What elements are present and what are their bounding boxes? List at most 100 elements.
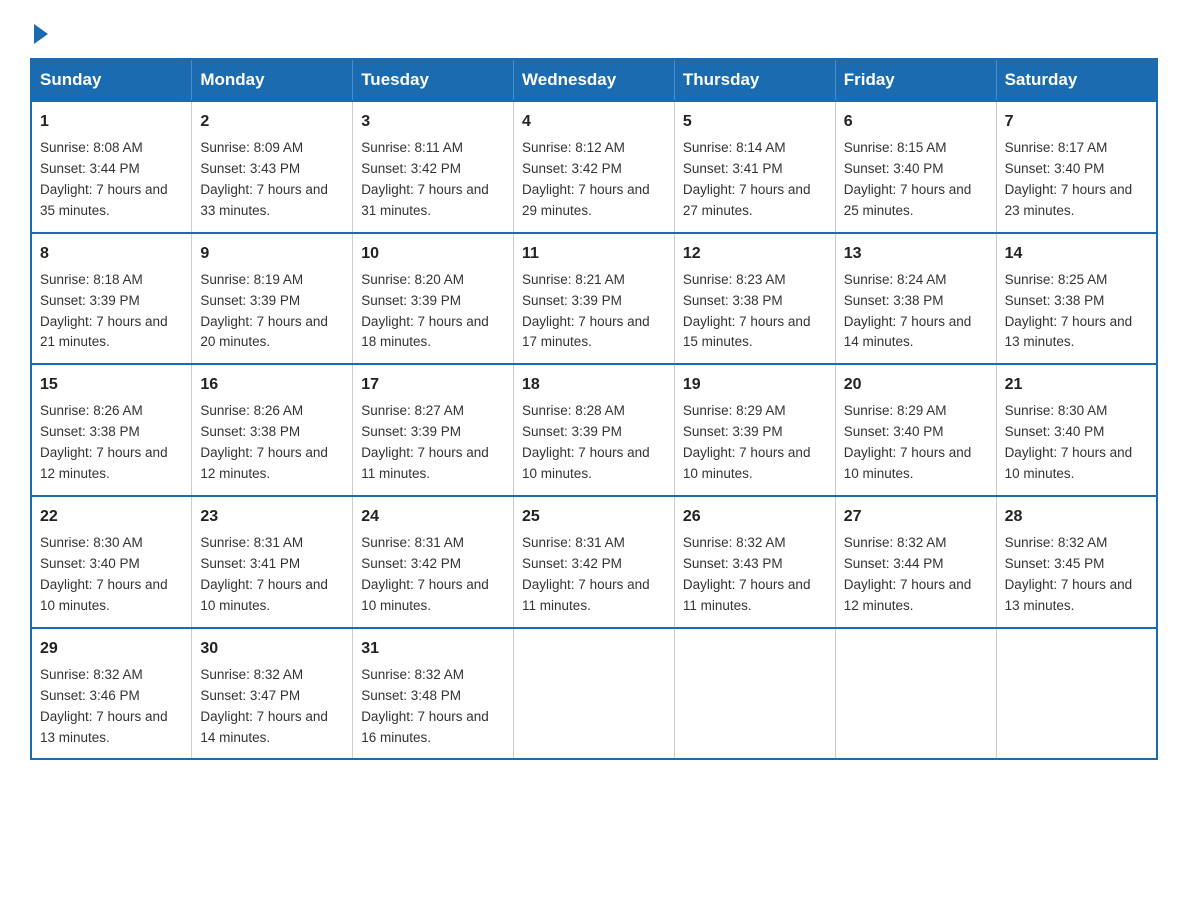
day-number: 30 (200, 637, 344, 661)
calendar-day-cell: 5 Sunrise: 8:14 AMSunset: 3:41 PMDaylight… (674, 101, 835, 233)
weekday-header-thursday: Thursday (674, 59, 835, 101)
calendar-day-cell: 21 Sunrise: 8:30 AMSunset: 3:40 PMDayligh… (996, 364, 1157, 496)
weekday-header-monday: Monday (192, 59, 353, 101)
calendar-day-cell: 31Sunrise: 8:32 AMSunset: 3:48 PMDayligh… (353, 628, 514, 760)
day-info: Sunrise: 8:11 AMSunset: 3:42 PMDaylight:… (361, 140, 489, 218)
day-number: 21 (1005, 373, 1148, 397)
calendar-week-row: 29Sunrise: 8:32 AMSunset: 3:46 PMDayligh… (31, 628, 1157, 760)
calendar-day-cell: 12 Sunrise: 8:23 AMSunset: 3:38 PMDayligh… (674, 233, 835, 365)
day-info: Sunrise: 8:15 AMSunset: 3:40 PMDaylight:… (844, 140, 972, 218)
day-number: 9 (200, 242, 344, 266)
calendar-day-cell: 9 Sunrise: 8:19 AMSunset: 3:39 PMDaylight… (192, 233, 353, 365)
day-info: Sunrise: 8:32 AMSunset: 3:47 PMDaylight:… (200, 667, 328, 745)
day-info: Sunrise: 8:18 AMSunset: 3:39 PMDaylight:… (40, 272, 168, 350)
calendar-day-cell: 28Sunrise: 8:32 AMSunset: 3:45 PMDayligh… (996, 496, 1157, 628)
day-info: Sunrise: 8:27 AMSunset: 3:39 PMDaylight:… (361, 403, 489, 481)
calendar-week-row: 22 Sunrise: 8:30 AMSunset: 3:40 PMDayligh… (31, 496, 1157, 628)
weekday-header-row: SundayMondayTuesdayWednesdayThursdayFrid… (31, 59, 1157, 101)
day-number: 26 (683, 505, 827, 529)
day-info: Sunrise: 8:19 AMSunset: 3:39 PMDaylight:… (200, 272, 328, 350)
calendar-header: SundayMondayTuesdayWednesdayThursdayFrid… (31, 59, 1157, 101)
day-number: 1 (40, 110, 183, 134)
day-info: Sunrise: 8:31 AMSunset: 3:42 PMDaylight:… (361, 535, 489, 613)
calendar-day-cell (835, 628, 996, 760)
calendar-body: 1 Sunrise: 8:08 AMSunset: 3:44 PMDaylight… (31, 101, 1157, 759)
calendar-day-cell: 14 Sunrise: 8:25 AMSunset: 3:38 PMDayligh… (996, 233, 1157, 365)
calendar-table: SundayMondayTuesdayWednesdayThursdayFrid… (30, 58, 1158, 760)
calendar-day-cell: 11 Sunrise: 8:21 AMSunset: 3:39 PMDayligh… (514, 233, 675, 365)
day-info: Sunrise: 8:23 AMSunset: 3:38 PMDaylight:… (683, 272, 811, 350)
calendar-day-cell: 22 Sunrise: 8:30 AMSunset: 3:40 PMDayligh… (31, 496, 192, 628)
weekday-header-wednesday: Wednesday (514, 59, 675, 101)
weekday-header-sunday: Sunday (31, 59, 192, 101)
day-info: Sunrise: 8:32 AMSunset: 3:43 PMDaylight:… (683, 535, 811, 613)
calendar-day-cell (514, 628, 675, 760)
day-info: Sunrise: 8:32 AMSunset: 3:44 PMDaylight:… (844, 535, 972, 613)
day-number: 14 (1005, 242, 1148, 266)
day-info: Sunrise: 8:21 AMSunset: 3:39 PMDaylight:… (522, 272, 650, 350)
calendar-day-cell: 18 Sunrise: 8:28 AMSunset: 3:39 PMDayligh… (514, 364, 675, 496)
calendar-day-cell: 27 Sunrise: 8:32 AMSunset: 3:44 PMDayligh… (835, 496, 996, 628)
day-number: 11 (522, 242, 666, 266)
calendar-day-cell: 20Sunrise: 8:29 AMSunset: 3:40 PMDayligh… (835, 364, 996, 496)
day-info: Sunrise: 8:30 AMSunset: 3:40 PMDaylight:… (40, 535, 168, 613)
calendar-day-cell: 23 Sunrise: 8:31 AMSunset: 3:41 PMDayligh… (192, 496, 353, 628)
day-info: Sunrise: 8:31 AMSunset: 3:42 PMDaylight:… (522, 535, 650, 613)
day-number: 19 (683, 373, 827, 397)
day-info: Sunrise: 8:26 AMSunset: 3:38 PMDaylight:… (200, 403, 328, 481)
page-header (30, 20, 1158, 40)
calendar-day-cell: 4 Sunrise: 8:12 AMSunset: 3:42 PMDaylight… (514, 101, 675, 233)
day-info: Sunrise: 8:17 AMSunset: 3:40 PMDaylight:… (1005, 140, 1133, 218)
day-info: Sunrise: 8:08 AMSunset: 3:44 PMDaylight:… (40, 140, 168, 218)
calendar-day-cell: 25Sunrise: 8:31 AMSunset: 3:42 PMDayligh… (514, 496, 675, 628)
day-number: 7 (1005, 110, 1148, 134)
day-number: 15 (40, 373, 183, 397)
day-number: 27 (844, 505, 988, 529)
day-info: Sunrise: 8:09 AMSunset: 3:43 PMDaylight:… (200, 140, 328, 218)
day-info: Sunrise: 8:24 AMSunset: 3:38 PMDaylight:… (844, 272, 972, 350)
calendar-day-cell (996, 628, 1157, 760)
calendar-day-cell: 19 Sunrise: 8:29 AMSunset: 3:39 PMDayligh… (674, 364, 835, 496)
calendar-day-cell: 3 Sunrise: 8:11 AMSunset: 3:42 PMDaylight… (353, 101, 514, 233)
day-info: Sunrise: 8:12 AMSunset: 3:42 PMDaylight:… (522, 140, 650, 218)
calendar-week-row: 8Sunrise: 8:18 AMSunset: 3:39 PMDaylight… (31, 233, 1157, 365)
calendar-day-cell: 26 Sunrise: 8:32 AMSunset: 3:43 PMDayligh… (674, 496, 835, 628)
day-info: Sunrise: 8:20 AMSunset: 3:39 PMDaylight:… (361, 272, 489, 350)
calendar-day-cell: 6Sunrise: 8:15 AMSunset: 3:40 PMDaylight… (835, 101, 996, 233)
day-number: 2 (200, 110, 344, 134)
day-number: 18 (522, 373, 666, 397)
day-number: 17 (361, 373, 505, 397)
day-info: Sunrise: 8:30 AMSunset: 3:40 PMDaylight:… (1005, 403, 1133, 481)
day-info: Sunrise: 8:25 AMSunset: 3:38 PMDaylight:… (1005, 272, 1133, 350)
calendar-day-cell: 15 Sunrise: 8:26 AMSunset: 3:38 PMDayligh… (31, 364, 192, 496)
day-number: 31 (361, 637, 505, 661)
day-info: Sunrise: 8:14 AMSunset: 3:41 PMDaylight:… (683, 140, 811, 218)
day-number: 12 (683, 242, 827, 266)
day-info: Sunrise: 8:29 AMSunset: 3:39 PMDaylight:… (683, 403, 811, 481)
calendar-week-row: 1 Sunrise: 8:08 AMSunset: 3:44 PMDaylight… (31, 101, 1157, 233)
day-number: 3 (361, 110, 505, 134)
day-number: 4 (522, 110, 666, 134)
day-number: 24 (361, 505, 505, 529)
day-info: Sunrise: 8:32 AMSunset: 3:46 PMDaylight:… (40, 667, 168, 745)
day-number: 5 (683, 110, 827, 134)
calendar-day-cell: 2 Sunrise: 8:09 AMSunset: 3:43 PMDaylight… (192, 101, 353, 233)
day-number: 13 (844, 242, 988, 266)
calendar-day-cell: 10Sunrise: 8:20 AMSunset: 3:39 PMDayligh… (353, 233, 514, 365)
day-info: Sunrise: 8:28 AMSunset: 3:39 PMDaylight:… (522, 403, 650, 481)
day-number: 22 (40, 505, 183, 529)
calendar-day-cell: 17 Sunrise: 8:27 AMSunset: 3:39 PMDayligh… (353, 364, 514, 496)
day-info: Sunrise: 8:32 AMSunset: 3:45 PMDaylight:… (1005, 535, 1133, 613)
day-number: 16 (200, 373, 344, 397)
calendar-day-cell (674, 628, 835, 760)
calendar-week-row: 15 Sunrise: 8:26 AMSunset: 3:38 PMDayligh… (31, 364, 1157, 496)
calendar-day-cell: 7 Sunrise: 8:17 AMSunset: 3:40 PMDaylight… (996, 101, 1157, 233)
day-number: 23 (200, 505, 344, 529)
calendar-day-cell: 1 Sunrise: 8:08 AMSunset: 3:44 PMDaylight… (31, 101, 192, 233)
day-info: Sunrise: 8:31 AMSunset: 3:41 PMDaylight:… (200, 535, 328, 613)
calendar-day-cell: 30 Sunrise: 8:32 AMSunset: 3:47 PMDayligh… (192, 628, 353, 760)
day-info: Sunrise: 8:26 AMSunset: 3:38 PMDaylight:… (40, 403, 168, 481)
logo-arrow-icon (34, 24, 48, 44)
weekday-header-tuesday: Tuesday (353, 59, 514, 101)
day-number: 20 (844, 373, 988, 397)
